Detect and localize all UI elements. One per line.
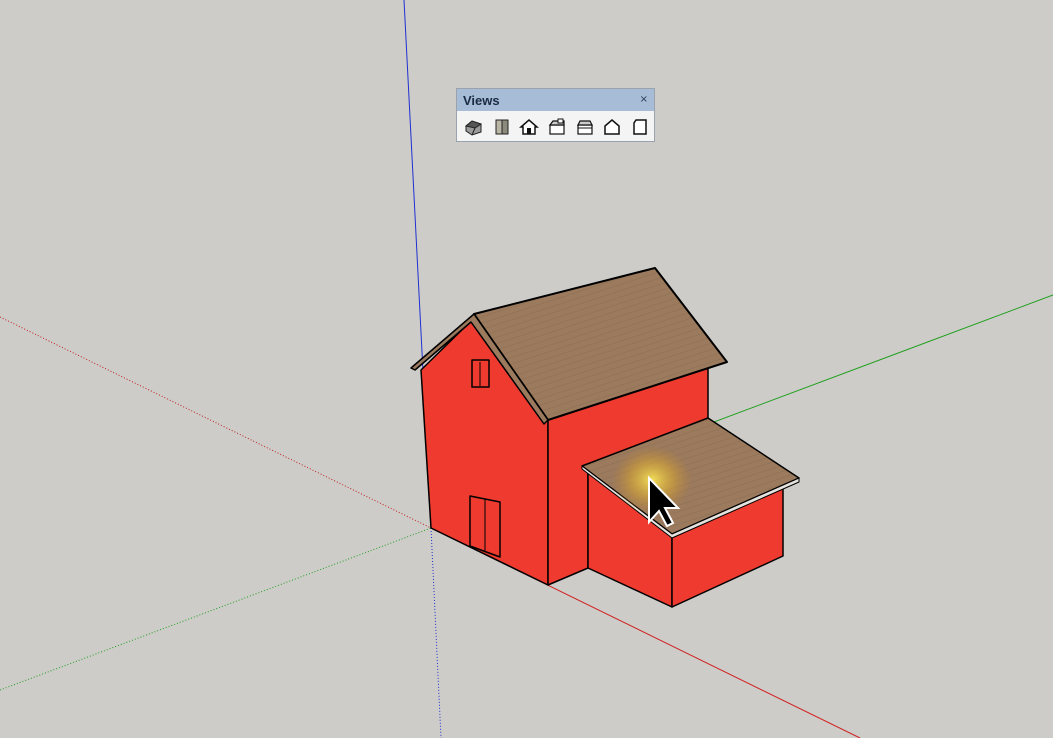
- views-buttons: [457, 111, 654, 139]
- red-axis-negative: [0, 316, 432, 529]
- back-view-icon: [576, 120, 593, 135]
- right-view-icon: [548, 118, 565, 135]
- iso-view-button[interactable]: [460, 115, 488, 139]
- bottom-view-icon: [633, 119, 647, 135]
- views-toolbar: Views ×: [456, 88, 655, 142]
- views-title: Views: [463, 92, 500, 108]
- back-view-button[interactable]: [571, 115, 599, 139]
- top-view-button[interactable]: [488, 115, 516, 139]
- green-axis-negative: [0, 527, 432, 691]
- front-view-icon: [519, 119, 540, 135]
- right-view-button[interactable]: [543, 115, 571, 139]
- views-titlebar[interactable]: Views ×: [457, 89, 654, 111]
- front-view-button[interactable]: [515, 115, 543, 139]
- bottom-view-button[interactable]: [626, 115, 654, 139]
- blue-axis-negative: [430, 527, 442, 738]
- left-view-button[interactable]: [599, 115, 627, 139]
- house-model[interactable]: [410, 267, 800, 608]
- close-icon[interactable]: ×: [640, 95, 648, 105]
- iso-house-icon: [464, 120, 482, 136]
- left-view-icon: [604, 119, 621, 135]
- top-view-icon: [495, 119, 509, 135]
